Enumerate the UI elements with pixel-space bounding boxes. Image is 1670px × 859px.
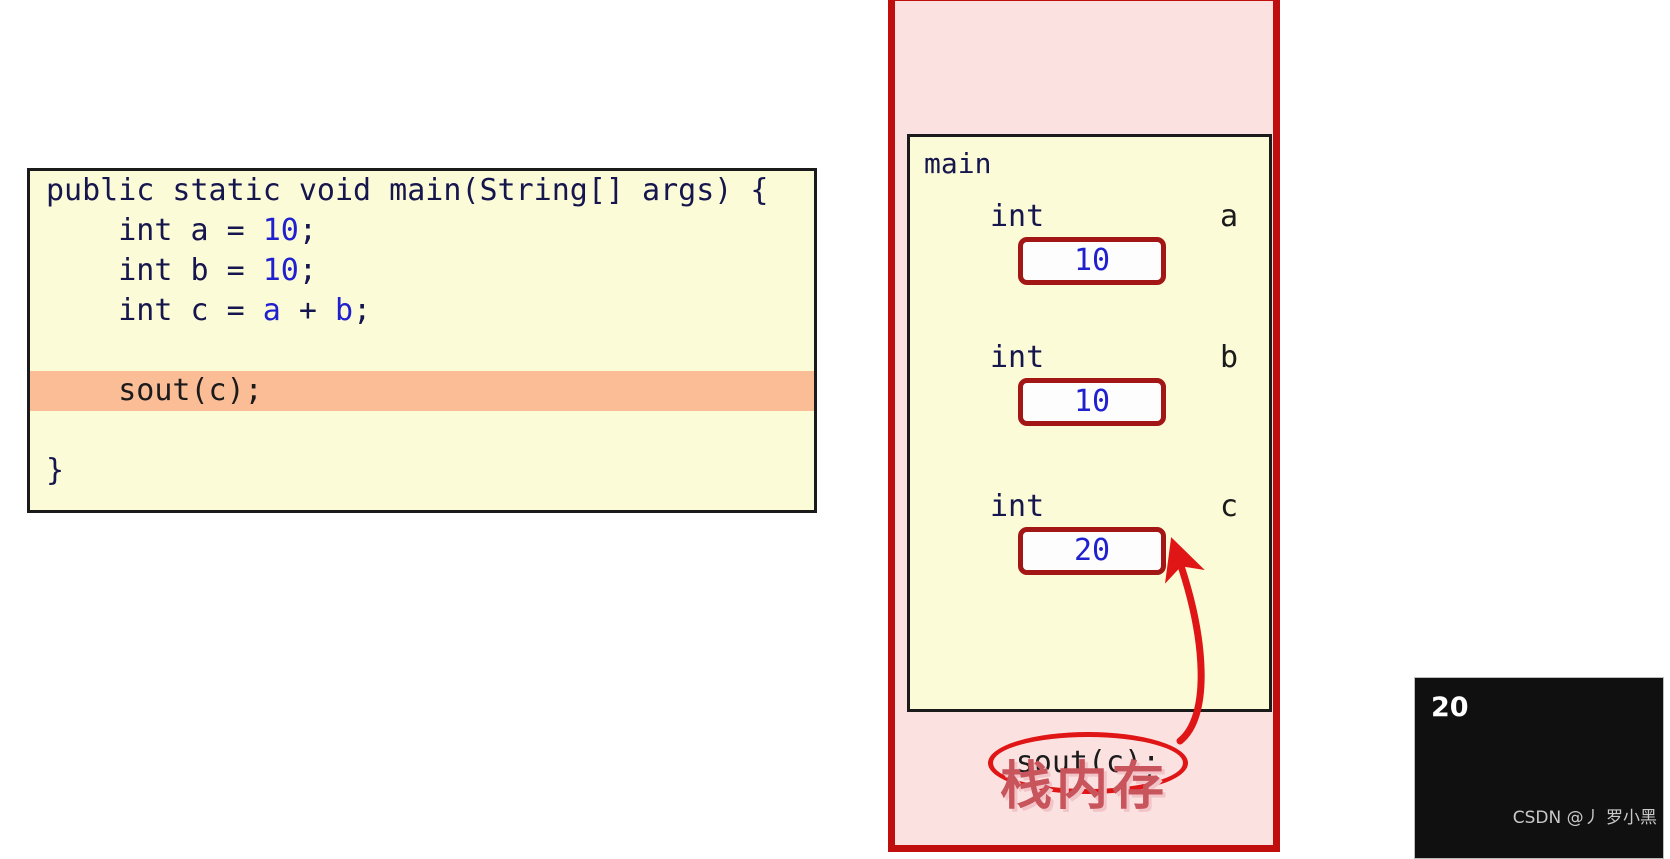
code-line: int a = 10; <box>30 211 814 251</box>
code-token: int c = <box>46 293 263 328</box>
console-output-panel: 20 CSDN @丿 罗小黑 <box>1415 678 1663 858</box>
main-stack-frame: main int a 10 int b 10 int c 20 sout(c); <box>907 134 1272 794</box>
stack-frame-label: main <box>924 147 992 180</box>
code-line <box>30 411 814 451</box>
variable-type-a: int <box>990 199 1045 234</box>
code-token: int b = <box>46 253 263 288</box>
code-token: b <box>335 293 354 328</box>
stack-memory-title: 栈内存 <box>999 757 1168 817</box>
variable-type-b: int <box>990 340 1045 375</box>
csdn-watermark: CSDN @丿 罗小黑 <box>1512 808 1657 828</box>
code-token: int a = <box>46 213 263 248</box>
variable-value-box-a: 10 <box>1018 237 1166 285</box>
variable-name-b: b <box>1219 340 1238 375</box>
code-token: ; <box>353 293 372 328</box>
code-token: public static void main(String[] args) { <box>46 173 769 208</box>
code-line: int b = 10; <box>30 251 814 291</box>
code-line: int c = a + b; <box>30 291 814 331</box>
variable-type-c: int <box>990 489 1045 524</box>
code-token: ; <box>298 253 317 288</box>
variable-slot-b: int b 10 <box>982 340 1244 465</box>
code-lines: public static void main(String[] args) {… <box>30 171 814 491</box>
code-line: } <box>30 451 814 491</box>
code-panel: public static void main(String[] args) {… <box>27 168 817 513</box>
code-token: a <box>262 293 281 328</box>
variable-name-a: a <box>1219 199 1238 234</box>
code-token: sout(c); <box>46 373 263 408</box>
variable-value-box-c: 20 <box>1018 527 1166 575</box>
code-token: 10 <box>262 253 299 288</box>
code-line: public static void main(String[] args) { <box>30 171 814 211</box>
code-token: + <box>280 293 335 328</box>
code-line <box>30 331 814 371</box>
code-token: } <box>46 453 65 488</box>
console-output-value: 20 <box>1431 692 1469 723</box>
stack-memory-container: main int a 10 int b 10 int c 20 sout(c); <box>888 0 1280 852</box>
variable-name-c: c <box>1219 489 1238 524</box>
code-line-highlighted: sout(c); <box>30 371 814 411</box>
code-token: 10 <box>262 213 299 248</box>
code-token: ; <box>298 213 317 248</box>
variable-value-box-b: 10 <box>1018 378 1166 426</box>
variable-slot-a: int a 10 <box>982 199 1244 324</box>
variable-slot-c: int c 20 <box>982 489 1244 614</box>
